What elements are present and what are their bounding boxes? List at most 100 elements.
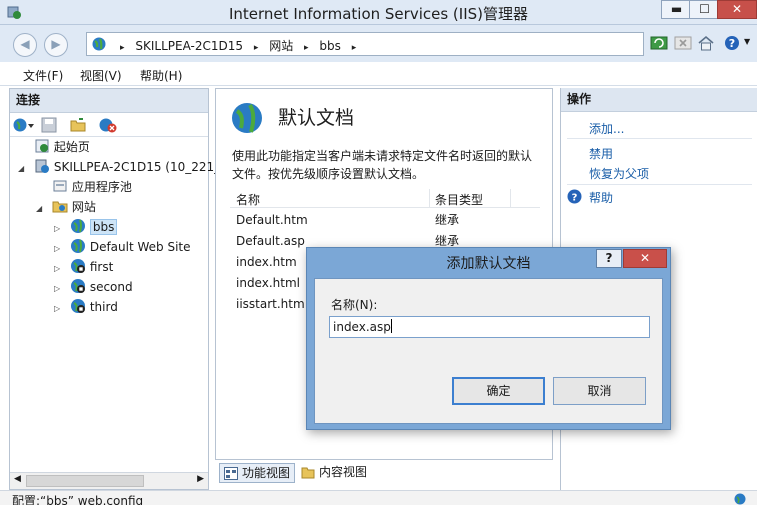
site-stopped-icon xyxy=(70,259,85,273)
column-divider[interactable] xyxy=(510,189,511,207)
tree-item-site-default[interactable]: ▷ Default Web Site xyxy=(54,237,191,257)
site-stopped-icon xyxy=(70,279,85,293)
connections-header: 连接 xyxy=(10,89,208,113)
site-globe-icon xyxy=(70,219,85,233)
maximize-button[interactable]: ☐ xyxy=(689,0,720,19)
save-icon[interactable] xyxy=(41,117,57,133)
tree-item-start-page[interactable]: 起始页 xyxy=(18,137,90,157)
tree-collapse-icon[interactable]: ◢ xyxy=(18,159,30,179)
action-add-link[interactable]: 添加... xyxy=(589,120,624,137)
list-item[interactable]: index.html xyxy=(236,273,300,293)
tree-item-label: 起始页 xyxy=(53,140,90,154)
view-tabs: 功能视图 内容视图 xyxy=(215,463,553,485)
action-revert-link[interactable]: 恢复为父项 xyxy=(589,165,649,182)
menu-help[interactable]: 帮助(H) xyxy=(140,67,182,84)
tree-item-site-first[interactable]: ▷ first xyxy=(54,257,113,277)
app-pools-icon xyxy=(53,180,67,192)
column-name-header[interactable]: 名称 xyxy=(236,191,260,208)
status-text: 配置:“bbs” web.config xyxy=(12,494,144,505)
tree-item-sites[interactable]: ◢ 网站 xyxy=(36,197,96,217)
tab-content-view[interactable]: 内容视图 xyxy=(297,463,377,483)
connect-globe-icon[interactable] xyxy=(13,117,35,133)
list-item[interactable]: Default.htm xyxy=(236,210,308,230)
svg-text:?: ? xyxy=(572,193,578,204)
address-toolbar: ◀ ▶ ▸ SKILLPEA-2C1D15 ▸ 网站 ▸ bbs ▸ ? ▼ xyxy=(0,25,757,62)
tree-expand-icon[interactable]: ▷ xyxy=(54,219,66,239)
tab-features-view[interactable]: 功能视图 xyxy=(219,463,295,483)
status-bar: 配置:“bbs” web.config xyxy=(0,490,757,505)
scrollbar-thumb[interactable] xyxy=(26,475,144,487)
tree-expand-icon[interactable]: ▷ xyxy=(54,299,66,319)
sites-folder-icon xyxy=(52,201,68,213)
name-field-label: 名称(N): xyxy=(331,298,378,312)
dialog-close-button[interactable]: ✕ xyxy=(623,249,667,268)
cancel-button[interactable]: 取消 xyxy=(553,377,646,405)
features-view-icon xyxy=(224,467,238,480)
action-divider xyxy=(567,138,752,139)
tree-item-site-third[interactable]: ▷ third xyxy=(54,297,118,317)
column-divider[interactable] xyxy=(429,189,430,207)
text-caret xyxy=(390,319,392,333)
actions-header: 操作 xyxy=(561,88,757,112)
tree-item-server[interactable]: ◢ SKILLPEA-2C1D15 (10_221_ xyxy=(18,157,220,177)
breadcrumb-separator-icon: ▸ xyxy=(351,43,357,53)
chevron-down-icon[interactable]: ▼ xyxy=(744,37,750,46)
dialog-help-button[interactable]: ? xyxy=(596,249,622,268)
forward-button[interactable]: ▶ xyxy=(44,33,68,57)
breadcrumb-sites[interactable]: 网站 xyxy=(269,39,293,53)
list-item[interactable]: Default.asp xyxy=(236,231,305,251)
stop-icon[interactable] xyxy=(674,34,692,52)
tree-item-site-bbs[interactable]: ▷ bbs xyxy=(54,217,118,239)
globe-icon xyxy=(92,37,106,51)
start-page-icon xyxy=(35,139,49,153)
tree-item-label: first xyxy=(89,260,114,274)
tree-item-label: SKILLPEA-2C1D15 (10_221_ xyxy=(53,160,221,174)
breadcrumb-separator-icon: ▸ xyxy=(304,43,309,53)
tree-item-site-second[interactable]: ▷ second xyxy=(54,277,133,297)
tree-item-label: 应用程序池 xyxy=(71,180,132,194)
tree-expand-icon[interactable]: ▷ xyxy=(54,279,66,299)
column-type-header[interactable]: 条目类型 xyxy=(435,191,483,208)
help-dropdown-icon[interactable]: ? xyxy=(724,34,742,52)
back-button[interactable]: ◀ xyxy=(13,33,37,57)
list-item-type: 继承 xyxy=(435,213,460,227)
action-disable-link[interactable]: 禁用 xyxy=(589,145,613,162)
breadcrumb-site[interactable]: bbs xyxy=(319,39,341,53)
tree-collapse-icon[interactable]: ◢ xyxy=(36,199,48,219)
page-title: 默认文档 xyxy=(278,107,355,129)
tree-item-app-pools[interactable]: 应用程序池 xyxy=(36,177,132,197)
tab-features-label: 功能视图 xyxy=(242,466,291,480)
list-item[interactable]: index.htm xyxy=(236,252,297,272)
svg-text:?: ? xyxy=(729,37,735,50)
list-item[interactable]: iisstart.htm xyxy=(236,294,305,314)
scroll-left-icon[interactable]: ◀ xyxy=(14,474,21,484)
disconnect-icon[interactable] xyxy=(99,117,117,133)
site-stopped-icon xyxy=(70,299,85,313)
refresh-icon[interactable] xyxy=(650,34,668,52)
open-folder-icon[interactable] xyxy=(70,117,86,133)
dialog-body: 名称(N): index.asp 确定 取消 xyxy=(314,278,663,424)
address-breadcrumb[interactable]: ▸ SKILLPEA-2C1D15 ▸ 网站 ▸ bbs ▸ xyxy=(86,32,644,56)
tree-item-label: third xyxy=(89,300,118,314)
action-help-link[interactable]: 帮助 xyxy=(589,189,613,206)
name-input[interactable]: index.asp xyxy=(329,316,650,338)
close-button[interactable]: ✕ xyxy=(717,0,757,19)
horizontal-scrollbar[interactable]: ◀ ▶ xyxy=(10,472,208,489)
action-divider xyxy=(567,184,752,185)
breadcrumb-server[interactable]: SKILLPEA-2C1D15 xyxy=(135,39,243,53)
menu-view[interactable]: 视图(V) xyxy=(80,67,122,84)
minimize-button[interactable]: ▬ xyxy=(661,0,692,19)
tree-expand-icon[interactable]: ▷ xyxy=(54,259,66,279)
scroll-right-icon[interactable]: ▶ xyxy=(197,474,204,484)
tree-item-label: 网站 xyxy=(71,200,96,214)
ok-button[interactable]: 确定 xyxy=(452,377,545,405)
network-status-icon xyxy=(734,493,746,505)
menu-file[interactable]: 文件(F) xyxy=(23,67,63,84)
title-bar: Internet Information Services (IIS)管理器 ▬… xyxy=(0,0,757,25)
connections-panel: 连接 起始页 ◢ SKILLPEA-2C1D15 (10_221_ 应用程序池 … xyxy=(9,88,220,490)
tree-expand-icon[interactable]: ▷ xyxy=(54,239,66,259)
breadcrumb-separator-icon: ▸ xyxy=(120,43,125,53)
home-icon[interactable] xyxy=(697,34,715,52)
add-default-document-dialog: 添加默认文档 ? ✕ 名称(N): index.asp 确定 取消 xyxy=(306,247,671,430)
name-input-value: index.asp xyxy=(333,320,391,334)
